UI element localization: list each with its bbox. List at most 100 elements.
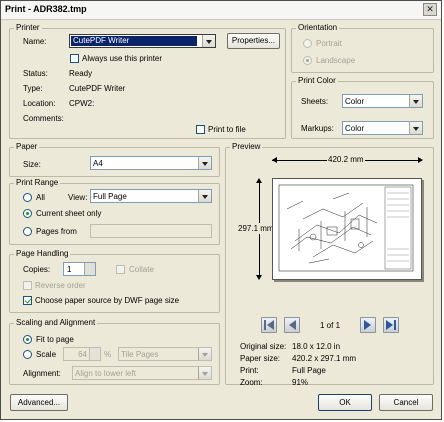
tile-pages-value: Tile Pages bbox=[121, 350, 159, 359]
collate-checkbox[interactable] bbox=[116, 265, 125, 274]
pages-from-input[interactable] bbox=[90, 224, 212, 238]
collate-label[interactable]: Collate bbox=[129, 265, 154, 274]
copies-value: 1 bbox=[67, 265, 72, 274]
cancel-button[interactable]: Cancel bbox=[379, 394, 433, 411]
reverse-order-checkbox[interactable] bbox=[23, 281, 32, 290]
location-label: Location: bbox=[23, 99, 56, 108]
scale-down-icon[interactable] bbox=[89, 354, 100, 360]
scale-radio[interactable] bbox=[23, 350, 32, 359]
first-page-icon bbox=[264, 320, 274, 330]
orientation-group: Orientation Portrait Landscape bbox=[291, 23, 434, 73]
preview-page bbox=[272, 178, 422, 280]
always-use-checkbox[interactable] bbox=[70, 54, 79, 63]
print-dialog: Print - ADR382.tmp ✕ Printer Name: CuteP… bbox=[0, 0, 442, 420]
location-value: CPW2: bbox=[69, 99, 95, 108]
previous-page-button[interactable] bbox=[284, 317, 300, 333]
drawing-thumbnail bbox=[278, 184, 414, 272]
first-page-button[interactable] bbox=[261, 317, 277, 333]
paper-size-dropdown-icon[interactable] bbox=[198, 157, 211, 169]
ok-button[interactable]: OK bbox=[318, 394, 372, 411]
print-info-label: Print: bbox=[240, 366, 259, 375]
sheets-select[interactable]: Color bbox=[342, 94, 423, 108]
advanced-button[interactable]: Advanced... bbox=[10, 394, 68, 411]
next-page-icon bbox=[364, 320, 371, 330]
markups-value: Color bbox=[345, 124, 365, 133]
scale-label[interactable]: Scale bbox=[36, 350, 56, 359]
status-value: Ready bbox=[69, 69, 93, 78]
preview-legend: Preview bbox=[230, 142, 263, 151]
copies-label: Copies: bbox=[23, 265, 51, 274]
previous-page-icon bbox=[289, 320, 296, 330]
all-label[interactable]: All bbox=[36, 193, 45, 202]
paper-size-info-label: Paper size: bbox=[240, 354, 281, 363]
current-sheet-radio[interactable] bbox=[23, 209, 32, 218]
scale-percent-label: % bbox=[104, 350, 112, 359]
paper-group: Paper Size: A4 bbox=[9, 142, 220, 177]
printer-name-dropdown-icon[interactable] bbox=[202, 35, 215, 47]
portrait-radio[interactable] bbox=[303, 39, 312, 48]
all-radio[interactable] bbox=[23, 193, 32, 202]
properties-button[interactable]: Properties... bbox=[227, 33, 280, 49]
paper-legend: Paper bbox=[14, 142, 40, 151]
view-value: Full Page bbox=[93, 192, 127, 201]
next-page-button[interactable] bbox=[360, 317, 376, 333]
alignment-select[interactable]: Align to lower left bbox=[72, 366, 212, 380]
markups-label: Markups: bbox=[301, 124, 334, 133]
scale-value: 64 bbox=[78, 350, 87, 359]
paper-size-select[interactable]: A4 bbox=[90, 156, 212, 170]
title-bar[interactable]: Print - ADR382.tmp ✕ bbox=[1, 1, 441, 20]
close-button[interactable]: ✕ bbox=[423, 3, 437, 16]
view-select[interactable]: Full Page bbox=[90, 189, 212, 203]
view-label: View: bbox=[68, 193, 88, 202]
view-dropdown-icon[interactable] bbox=[198, 190, 211, 202]
page-handling-group: Page Handling Copies: 1 Collate Reverse … bbox=[9, 249, 220, 313]
scale-input[interactable]: 64 bbox=[63, 347, 101, 361]
alignment-label: Alignment: bbox=[23, 369, 61, 378]
printer-group: Printer Name: CutePDF Writer Properties.… bbox=[9, 23, 286, 139]
paper-source-label[interactable]: Choose paper source by DWF page size bbox=[35, 296, 179, 305]
original-size-label: Original size: bbox=[240, 342, 287, 351]
type-value: CutePDF Writer bbox=[69, 84, 126, 93]
sheets-value: Color bbox=[345, 97, 365, 106]
printer-name-value: CutePDF Writer bbox=[71, 36, 197, 46]
width-arrow-right-icon bbox=[418, 157, 423, 163]
print-to-file-checkbox[interactable] bbox=[196, 125, 205, 134]
copies-stepper[interactable]: 1 bbox=[63, 262, 96, 276]
fit-to-page-label[interactable]: Fit to page bbox=[36, 335, 74, 344]
pages-from-radio[interactable] bbox=[23, 227, 32, 236]
zoom-info-value: 91% bbox=[292, 378, 309, 387]
paper-source-checkbox[interactable] bbox=[23, 296, 32, 305]
last-page-button[interactable] bbox=[383, 317, 399, 333]
status-label: Status: bbox=[23, 69, 48, 78]
window-title: Print - ADR382.tmp bbox=[5, 4, 87, 14]
print-range-legend: Print Range bbox=[14, 178, 61, 187]
comments-label: Comments: bbox=[23, 114, 64, 123]
height-arrow-up-icon bbox=[256, 178, 262, 183]
markups-select[interactable]: Color bbox=[342, 121, 423, 135]
last-page-icon bbox=[386, 320, 396, 330]
current-sheet-label[interactable]: Current sheet only bbox=[36, 209, 101, 218]
copies-down-icon[interactable] bbox=[84, 269, 95, 275]
sheets-dropdown-icon[interactable] bbox=[409, 95, 422, 107]
scaling-legend: Scaling and Alignment bbox=[14, 318, 98, 327]
scaling-group: Scaling and Alignment Fit to page Scale … bbox=[9, 318, 220, 385]
landscape-radio[interactable] bbox=[303, 56, 312, 65]
paper-size-info-value: 420.2 x 297.1 mm bbox=[292, 354, 357, 363]
alignment-dropdown-icon[interactable] bbox=[198, 367, 211, 379]
print-info-value: Full Page bbox=[292, 366, 326, 375]
tile-pages-dropdown-icon[interactable] bbox=[198, 348, 211, 360]
original-size-value: 18.0 x 12.0 in bbox=[292, 342, 341, 351]
zoom-info-label: Zoom: bbox=[240, 378, 263, 387]
printer-name-select[interactable]: CutePDF Writer bbox=[69, 34, 216, 48]
print-to-file-label[interactable]: Print to file bbox=[208, 125, 246, 134]
landscape-label[interactable]: Landscape bbox=[316, 56, 355, 65]
markups-dropdown-icon[interactable] bbox=[409, 122, 422, 134]
type-label: Type: bbox=[23, 84, 43, 93]
tile-pages-select[interactable]: Tile Pages bbox=[118, 347, 212, 361]
reverse-order-label[interactable]: Reverse order bbox=[35, 281, 86, 290]
portrait-label[interactable]: Portrait bbox=[316, 39, 342, 48]
page-handling-legend: Page Handling bbox=[14, 249, 71, 258]
always-use-label[interactable]: Always use this printer bbox=[82, 54, 162, 63]
pages-from-label[interactable]: Pages from bbox=[36, 227, 77, 236]
fit-to-page-radio[interactable] bbox=[23, 335, 32, 344]
